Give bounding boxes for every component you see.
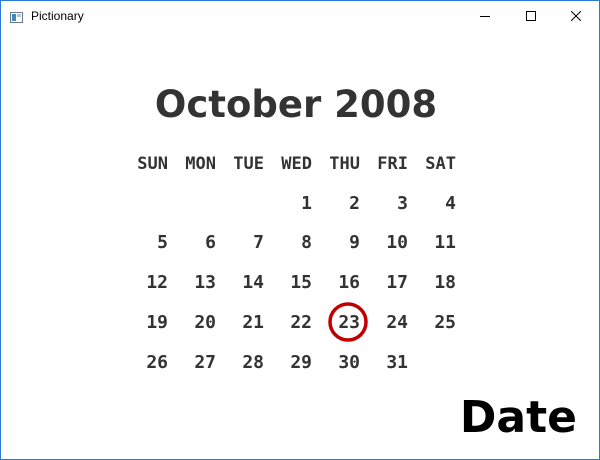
calendar-day: 6	[205, 232, 216, 253]
calendar-day: 30	[338, 352, 360, 373]
calendar-grid: SUN MON TUE WED THU FRI SAT1 2 3 45 6 7 8 9 10 1112 13 14…	[137, 154, 456, 373]
minimize-icon	[480, 16, 490, 17]
weekday-header: TUE	[233, 154, 264, 174]
calendar-day: 7	[253, 232, 264, 253]
weekday-header: MON	[185, 154, 216, 174]
app-icon	[10, 10, 23, 23]
weekday-header: FRI	[377, 154, 408, 174]
calendar-day: 11	[434, 232, 456, 253]
weekday-header: WED	[281, 154, 312, 174]
maximize-icon	[526, 11, 536, 21]
app-window: Pictionary October 2008 SUN MON TUE WED THU F…	[0, 0, 600, 460]
calendar-day: 25	[434, 312, 456, 333]
calendar-day: 16	[338, 272, 360, 293]
calendar-day: 12	[146, 272, 168, 293]
calendar-day: 1	[301, 193, 312, 214]
minimize-button[interactable]	[462, 1, 508, 31]
calendar-day: 17	[386, 272, 408, 293]
calendar-day: 9	[349, 232, 360, 253]
calendar-day: 2	[349, 193, 360, 214]
close-icon	[571, 11, 581, 21]
calendar-day: 8	[301, 232, 312, 253]
calendar-day: 14	[242, 272, 264, 293]
title-bar[interactable]: Pictionary	[1, 1, 599, 31]
answer-word: Date	[459, 392, 577, 443]
calendar-day: 22	[290, 312, 312, 333]
calendar-day: 31	[386, 352, 408, 373]
calendar-day: 24	[386, 312, 408, 333]
weekday-header: SAT	[425, 154, 456, 174]
calendar-day: 23	[338, 312, 360, 333]
maximize-button[interactable]	[508, 1, 554, 31]
calendar-day: 13	[194, 272, 216, 293]
close-button[interactable]	[553, 1, 599, 31]
calendar-day: 29	[290, 352, 312, 373]
calendar-day: 18	[434, 272, 456, 293]
calendar-title: October 2008	[154, 83, 438, 126]
window-title: Pictionary	[31, 9, 84, 23]
calendar-day: 4	[445, 193, 456, 214]
weekday-header: SUN	[137, 154, 168, 174]
weekday-header: THU	[329, 154, 360, 174]
calendar-day: 5	[157, 232, 168, 253]
calendar-day: 3	[397, 193, 408, 214]
calendar-day: 10	[386, 232, 408, 253]
calendar-day: 21	[242, 312, 264, 333]
calendar-day: 27	[194, 352, 216, 373]
calendar-day: 20	[194, 312, 216, 333]
calendar-day: 15	[290, 272, 312, 293]
calendar-day: 19	[146, 312, 168, 333]
calendar-day: 26	[146, 352, 168, 373]
calendar-day: 28	[242, 352, 264, 373]
